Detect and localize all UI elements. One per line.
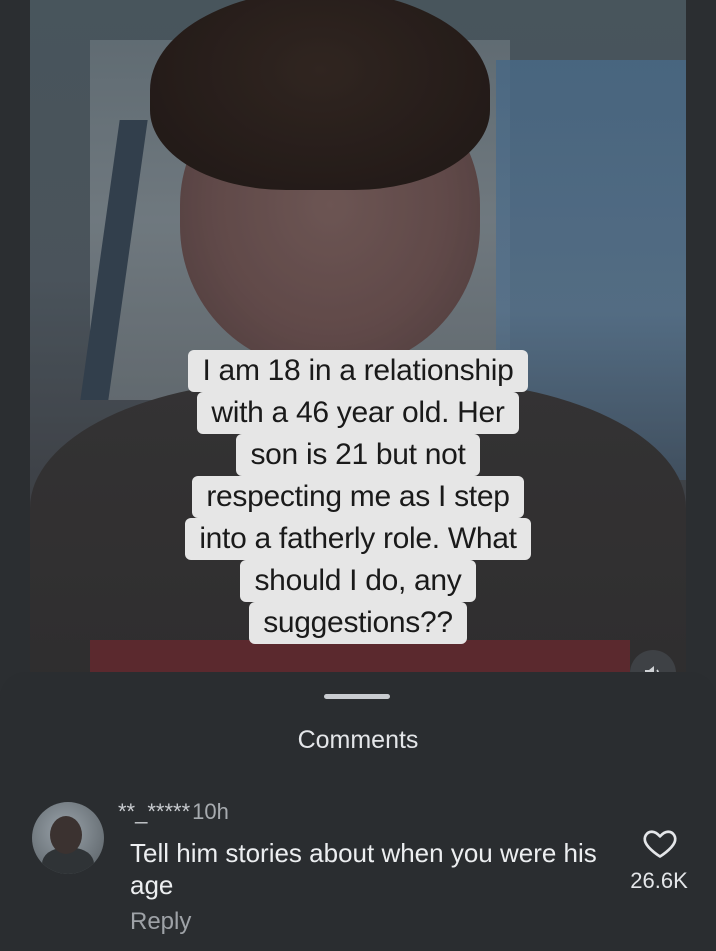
comment-username-row: **_*****10h: [118, 799, 229, 825]
comments-title: Comments: [297, 726, 419, 754]
caption-line: should I do, any: [240, 560, 476, 602]
drag-handle[interactable]: [324, 694, 390, 699]
comment-username[interactable]: **_*****: [118, 799, 190, 824]
reply-button[interactable]: Reply: [130, 908, 191, 936]
heart-icon[interactable]: [642, 825, 678, 861]
caption-line: into a fatherly role. What: [185, 518, 531, 560]
caption-line: suggestions??: [249, 602, 467, 644]
comment-text: Tell him stories about when you were his…: [130, 838, 597, 900]
like-count: 26.6K: [630, 868, 688, 893]
caption-line: I am 18 in a relationship: [188, 350, 528, 392]
avatar[interactable]: [32, 802, 104, 874]
comment-timestamp: 10h: [192, 799, 229, 824]
caption-line: son is 21 but not: [236, 434, 480, 476]
video-caption: I am 18 in a relationship with a 46 year…: [0, 350, 716, 644]
caption-line: with a 46 year old. Her: [197, 392, 519, 434]
caption-line: respecting me as I step: [192, 476, 524, 518]
comments-sheet: Comments **_*****10h Tell him stories ab…: [0, 672, 716, 951]
